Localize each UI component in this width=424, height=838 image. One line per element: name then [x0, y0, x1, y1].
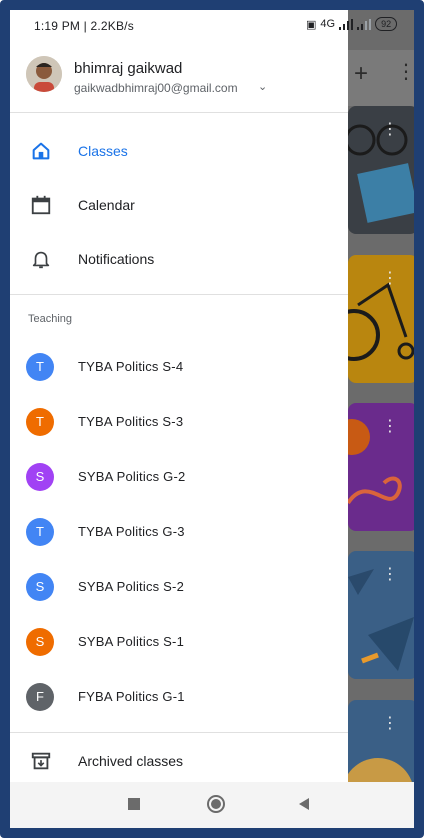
class-item[interactable]: S SYBA Politics S-1 [10, 617, 348, 667]
class-initial-avatar: S [26, 463, 54, 491]
signal-icon [339, 18, 354, 30]
card-more-icon[interactable]: ⋮ [382, 419, 398, 435]
account-name: bhimraj gaikwad [74, 60, 183, 77]
class-item[interactable]: T TYBA Politics S-3 [10, 397, 348, 447]
class-name: SYBA Politics S-2 [78, 579, 184, 594]
nav-calendar[interactable]: Calendar [10, 180, 348, 230]
status-time-speed: 1:19 PM | 2.2KB/s [34, 19, 134, 33]
class-item[interactable]: S SYBA Politics S-2 [10, 562, 348, 612]
navigation-drawer: 1:19 PM | 2.2KB/s ▣ 4G 92 bhimraj gaikwa… [10, 10, 398, 828]
class-initial-avatar: F [26, 683, 54, 711]
class-item[interactable]: T TYBA Politics S-4 [10, 342, 348, 392]
divider [10, 732, 348, 733]
class-item[interactable]: T TYBA Politics G-3 [10, 507, 348, 557]
class-initial-avatar: T [26, 518, 54, 546]
nav-notifications-label: Notifications [78, 251, 155, 267]
class-name: TYBA Politics G-3 [78, 524, 185, 539]
card-more-icon[interactable]: ⋮ [382, 271, 398, 287]
chevron-down-icon[interactable]: ⌄ [258, 80, 267, 93]
nav-archived-label: Archived classes [78, 753, 184, 769]
class-initial-avatar: S [26, 573, 54, 601]
class-item[interactable]: S SYBA Politics G-2 [10, 452, 348, 502]
section-title-teaching: Teaching [28, 313, 73, 325]
class-card[interactable]: ⋮ [348, 255, 414, 383]
account-email: gaikwadbhimraj00@gmail.com [74, 81, 238, 95]
class-name: TYBA Politics S-3 [78, 414, 184, 429]
divider [10, 112, 348, 113]
battery-indicator: 92 [375, 17, 398, 31]
class-card[interactable]: ⋮ [348, 551, 414, 679]
bell-icon [32, 251, 50, 269]
home-icon [32, 142, 50, 160]
signal-icon-2 [357, 18, 372, 30]
profile-photo [26, 56, 62, 92]
account-header[interactable]: bhimraj gaikwad gaikwadbhimraj00@gmail.c… [10, 44, 348, 104]
class-item[interactable]: F FYBA Politics G-1 [10, 672, 348, 722]
divider [10, 294, 348, 295]
card-more-icon[interactable]: ⋮ [382, 122, 398, 138]
nav-classes[interactable]: Classes [10, 126, 348, 176]
nav-notifications[interactable]: Notifications [10, 234, 348, 284]
class-name: TYBA Politics S-4 [78, 359, 184, 374]
card-more-icon[interactable]: ⋮ [382, 567, 398, 583]
home-button-icon[interactable] [206, 794, 226, 814]
back-icon[interactable] [297, 797, 311, 811]
nav-archived-classes[interactable]: Archived classes [10, 736, 348, 786]
network-label: 4G [320, 18, 336, 30]
class-initial-avatar: T [26, 408, 54, 436]
sim-icon: ▣ [306, 18, 317, 31]
class-initial-avatar: S [26, 628, 54, 656]
more-vert-icon[interactable]: ⋮ [396, 62, 414, 82]
class-initial-avatar: T [26, 353, 54, 381]
class-card[interactable]: ⋮ [348, 106, 414, 234]
system-navigation-bar [10, 782, 414, 828]
nav-calendar-label: Calendar [78, 197, 135, 213]
class-name: SYBA Politics G-2 [78, 469, 186, 484]
archive-icon [31, 752, 51, 770]
class-card[interactable]: ⋮ [348, 403, 414, 531]
calendar-icon [31, 195, 51, 215]
class-name: FYBA Politics G-1 [78, 689, 185, 704]
avatar [26, 56, 62, 92]
status-icons: ▣ 4G 92 [306, 17, 398, 31]
plus-icon[interactable]: + [354, 62, 368, 86]
class-name: SYBA Politics S-1 [78, 634, 184, 649]
status-bar: 1:19 PM | 2.2KB/s ▣ 4G 92 [10, 10, 398, 40]
recents-icon[interactable] [127, 797, 141, 811]
phone-frame: + ⋮ ⋮ ⋮ ⋮ ⋮ ⋮ 1:19 PM | 2.2KB/s ▣ 4G 92 … [0, 0, 424, 838]
nav-classes-label: Classes [78, 143, 128, 159]
card-more-icon[interactable]: ⋮ [382, 716, 398, 732]
